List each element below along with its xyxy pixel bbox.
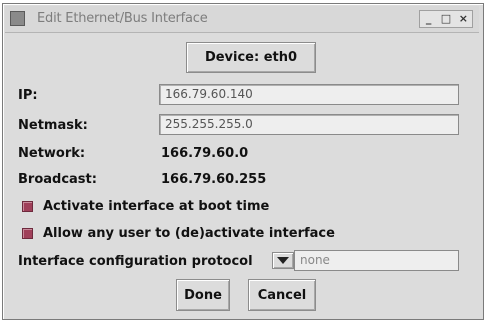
title-bar[interactable]: Edit Ethernet/Bus Interface _ □ × (5, 6, 479, 33)
broadcast-label: Broadcast: (18, 172, 97, 187)
ip-label: IP: (18, 88, 38, 103)
maximize-icon[interactable]: □ (439, 12, 453, 26)
protocol-dropdown-button[interactable] (272, 252, 294, 269)
window-controls: _ □ × (419, 10, 473, 28)
activate-boot-label: Activate interface at boot time (43, 199, 270, 214)
allow-user-checkbox[interactable] (22, 228, 33, 239)
ip-input[interactable]: 166.79.60.140 (159, 84, 459, 105)
protocol-label: Interface configuration protocol (18, 254, 253, 269)
chevron-down-icon (277, 257, 289, 264)
window-menu-icon[interactable] (10, 11, 25, 26)
network-label: Network: (18, 146, 86, 161)
close-icon[interactable]: × (456, 12, 470, 26)
window-title: Edit Ethernet/Bus Interface (37, 11, 208, 26)
allow-user-option[interactable]: Allow any user to (de)activate interface (22, 226, 335, 241)
netmask-input[interactable]: 255.255.255.0 (159, 114, 459, 135)
activate-boot-option[interactable]: Activate interface at boot time (22, 199, 269, 214)
protocol-input[interactable]: none (294, 250, 459, 271)
allow-user-label: Allow any user to (de)activate interface (43, 226, 335, 241)
netmask-label: Netmask: (18, 118, 88, 133)
broadcast-value: 166.79.60.255 (161, 172, 267, 187)
minimize-icon[interactable]: _ (422, 12, 436, 26)
done-button[interactable]: Done (176, 279, 230, 311)
device-button[interactable]: Device: eth0 (186, 42, 316, 73)
network-value: 166.79.60.0 (161, 146, 249, 161)
cancel-button[interactable]: Cancel (248, 279, 316, 311)
activate-boot-checkbox[interactable] (22, 201, 33, 212)
